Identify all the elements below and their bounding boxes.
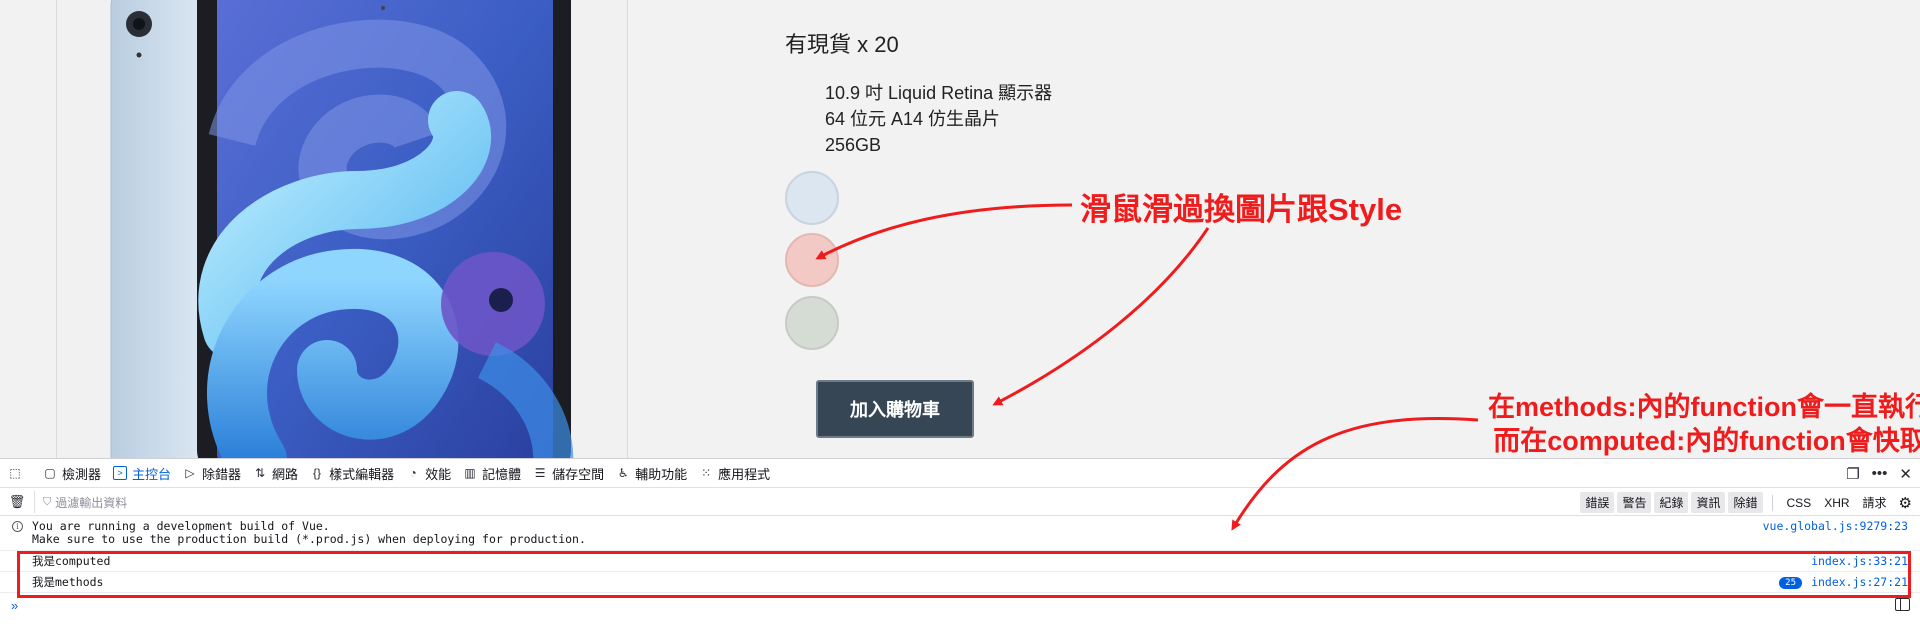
tab-label: 檢測器	[62, 466, 102, 482]
divider	[1771, 494, 1773, 511]
color-swatch-blue[interactable]	[785, 171, 839, 225]
more-menu-icon[interactable]: •••	[1872, 465, 1888, 482]
style-editor-icon: {}	[313, 466, 322, 480]
filter-icon: ⛉	[43, 495, 52, 508]
tab-label: 應用程式	[718, 466, 771, 482]
tab-style-editor[interactable]: {} 樣式編輯器	[304, 459, 400, 488]
color-swatch-rose[interactable]	[785, 233, 839, 287]
filter-xhr[interactable]: XHR	[1819, 494, 1854, 512]
filter-css[interactable]: CSS	[1782, 494, 1817, 512]
spec-item: 256GB	[825, 135, 882, 155]
source-link[interactable]: index.js:27:21	[1811, 576, 1908, 589]
tab-label: 輔助功能	[635, 466, 688, 482]
message-text: 我是methods	[32, 575, 104, 589]
console-message: i You are running a development build of…	[0, 517, 1920, 551]
dock-icon[interactable]: ❐	[1846, 465, 1859, 483]
devtools-window-controls: ❐ ••• ✕	[1846, 459, 1912, 488]
console-filter-bar: 🗑 ⛉ 過濾輸出資料 錯誤 警告 紀錄 資訊 除錯 CSS XHR 請求 ⚙	[0, 489, 1920, 516]
tab-console[interactable]: > 主控台	[107, 459, 177, 488]
prompt-chevron-icon: »	[11, 597, 19, 613]
tab-debugger[interactable]: ▷ 除錯器	[177, 459, 247, 488]
tab-inspector[interactable]: ▢ 檢測器	[37, 459, 107, 488]
element-picker-button[interactable]: ⬚	[0, 459, 37, 488]
methods-annotation-line1: 在methods:內的function會一直執行	[1488, 392, 1920, 422]
hover-annotation: 滑鼠滑過換圖片跟Style	[1080, 192, 1403, 227]
tab-label: 除錯器	[202, 466, 242, 482]
filter-requests[interactable]: 請求	[1858, 492, 1892, 513]
storage-icon: ☰	[534, 466, 546, 480]
filter-placeholder: 過濾輸出資料	[55, 495, 128, 510]
repeat-count-badge: 25	[1779, 577, 1802, 589]
memory-icon: ▥	[464, 466, 476, 480]
tab-application[interactable]: ⁙ 應用程式	[693, 459, 776, 488]
product-section: 有現貨 x 20 10.9 吋 Liquid Retina 顯示器 64 位元 …	[0, 0, 1920, 458]
color-swatch-green[interactable]	[785, 296, 839, 350]
split-console-icon[interactable]	[1895, 598, 1910, 611]
tab-label: 網路	[272, 466, 299, 482]
tab-label: 記憶體	[482, 466, 522, 482]
application-icon: ⁙	[701, 466, 712, 480]
tab-memory[interactable]: ▥ 記憶體	[457, 459, 527, 488]
tab-network[interactable]: ⇅ 網路	[247, 459, 304, 488]
console-output: i You are running a development build of…	[0, 517, 1920, 593]
tab-accessibility[interactable]: ♿ 輔助功能	[610, 459, 693, 488]
console-message: 我是computed index.js:33:21	[0, 551, 1920, 572]
level-log[interactable]: 紀錄	[1654, 492, 1689, 513]
accessibility-icon: ♿	[617, 466, 629, 480]
console-message: 我是methods 25 index.js:27:21	[0, 572, 1920, 593]
close-icon[interactable]: ✕	[1899, 465, 1912, 483]
element-picker-icon: ⬚	[9, 466, 21, 480]
debugger-icon: ▷	[185, 466, 195, 480]
spec-item: 10.9 吋 Liquid Retina 顯示器	[825, 83, 1053, 103]
tab-performance[interactable]: ◔ 效能	[400, 459, 457, 488]
console-input[interactable]: »	[0, 595, 1920, 615]
tab-label: 主控台	[132, 466, 172, 482]
stock-label: 有現貨 x 20	[785, 32, 899, 57]
message-text: You are running a development build of V…	[0, 517, 1920, 549]
tab-storage[interactable]: ☰ 儲存空間	[527, 459, 610, 488]
network-icon: ⇅	[255, 466, 266, 480]
level-debug[interactable]: 除錯	[1728, 492, 1763, 513]
source-link[interactable]: vue.global.js:9279:23	[1763, 520, 1908, 533]
spec-item: 64 位元 A14 仿生晶片	[825, 109, 1001, 129]
inspector-icon: ▢	[44, 466, 56, 480]
info-icon: i	[12, 521, 23, 532]
log-level-filters: 錯誤 警告 紀錄 資訊 除錯 CSS XHR 請求 ⚙	[1580, 489, 1912, 516]
tab-label: 樣式編輯器	[329, 466, 395, 482]
clear-console-button[interactable]: 🗑	[0, 494, 34, 510]
level-warning[interactable]: 警告	[1617, 492, 1652, 513]
tab-label: 儲存空間	[552, 466, 605, 482]
source-link[interactable]: index.js:33:21	[1811, 555, 1908, 568]
spec-list: 10.9 吋 Liquid Retina 顯示器 64 位元 A14 仿生晶片 …	[825, 80, 1052, 158]
trash-icon: 🗑	[8, 494, 26, 509]
gear-icon[interactable]: ⚙	[1899, 494, 1912, 512]
page: 有現貨 x 20 10.9 吋 Liquid Retina 顯示器 64 位元 …	[0, 0, 1920, 632]
methods-annotation: 在methods:內的function會一直執行 而在computed:內的fu…	[1488, 390, 1920, 458]
add-to-cart-button[interactable]: 加入購物車	[816, 380, 974, 438]
methods-annotation-line2: 而在computed:內的function會快取	[1493, 426, 1920, 456]
filter-input[interactable]: ⛉ 過濾輸出資料	[34, 491, 534, 513]
message-text: 我是computed	[32, 554, 111, 568]
level-info[interactable]: 資訊	[1691, 492, 1726, 513]
devtools-panel: ⬚ ▢ 檢測器 > 主控台 ▷ 除錯器 ⇅ 網路 {} 樣式編輯器 ◔ 效能 ▥ 記憶體 ☰ 儲…	[0, 458, 1920, 632]
console-icon: >	[113, 466, 128, 480]
performance-icon: ◔	[409, 466, 417, 480]
ipad-air-image	[56, 0, 628, 458]
devtools-toolbar: ⬚ ▢ 檢測器 > 主控台 ▷ 除錯器 ⇅ 網路 {} 樣式編輯器 ◔ 效能 ▥ 記憶體 ☰ 儲…	[0, 459, 1920, 488]
message-line: Make sure to use the production build (*…	[32, 532, 586, 546]
level-error[interactable]: 錯誤	[1580, 492, 1615, 513]
tab-label: 效能	[425, 466, 452, 482]
